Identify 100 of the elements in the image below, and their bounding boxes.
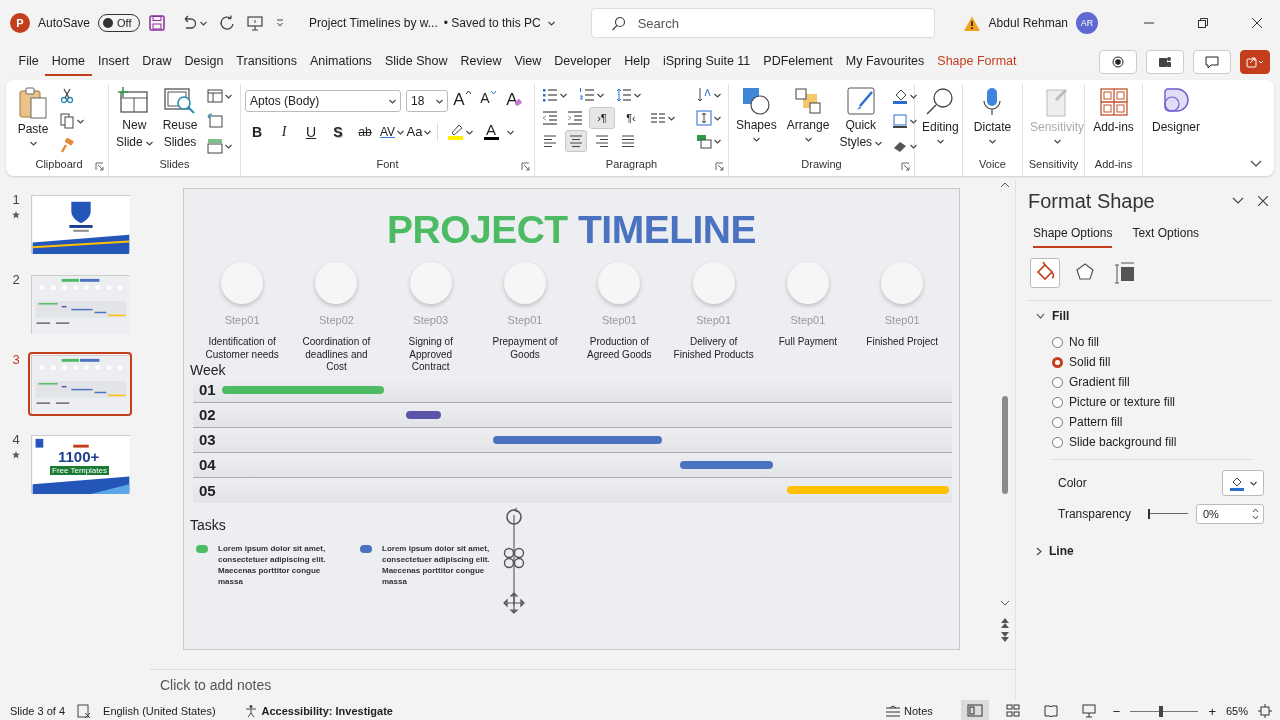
presenter-icon[interactable] [247,15,264,31]
document-title[interactable]: Project Timelines by w... • Saved to this PC [309,16,555,30]
italic-button[interactable]: I [272,120,296,143]
highlighter-icon[interactable] [447,123,464,140]
strike-button[interactable]: ab [353,120,377,143]
ribbon-tab[interactable]: My Favourites [839,48,931,76]
ribbon-tab[interactable]: Help [617,48,657,76]
ribbon-tab[interactable]: View [507,48,548,76]
shapes-button[interactable]: Shapes [733,84,780,158]
columns-icon[interactable] [650,110,666,126]
arrange-button[interactable]: Arrange [783,84,833,158]
ribbon-tab[interactable]: Developer [547,48,618,76]
fit-to-window-icon[interactable] [1258,704,1272,718]
zoom-out-button[interactable]: − [1112,703,1121,719]
paste-button[interactable]: Paste [14,84,52,158]
new-slide-button[interactable]: New Slide [113,84,156,158]
collapse-ribbon-icon[interactable] [1250,159,1262,168]
add-ins-button[interactable]: Add-ins [1090,84,1137,158]
spacing-button[interactable]: AV [380,120,404,143]
shadow-button[interactable]: S [326,120,350,143]
ribbon-tab[interactable]: Insert [91,48,136,76]
decrease-indent-icon[interactable] [542,110,558,126]
fill-section-header[interactable]: Fill [1036,309,1280,323]
fill-option[interactable]: Pattern fill [1052,415,1252,429]
caret-icon[interactable] [633,91,641,99]
scissors-icon[interactable] [59,88,75,105]
reset-icon[interactable] [207,113,224,129]
radio-button[interactable] [1052,376,1063,388]
radio-button[interactable] [1052,336,1063,348]
text-direction-icon[interactable] [696,87,712,103]
accessibility-icon[interactable] [243,704,258,718]
pane-tab[interactable]: Shape Options [1033,226,1113,248]
language-indicator[interactable]: English (United States) [103,705,216,717]
align-center-button[interactable] [565,130,587,152]
dialog-launcher-icon[interactable] [901,162,910,171]
dictate-button[interactable]: Dictate [970,84,1015,158]
normal-view-button[interactable] [960,700,989,720]
caret-icon[interactable] [76,117,84,125]
transparency-slider[interactable] [1148,509,1188,519]
smartart-icon[interactable] [696,133,712,149]
shape-fill-icon[interactable] [892,88,909,105]
shrink-font-button[interactable]: A [476,90,500,112]
user-avatar[interactable]: AR [1076,12,1098,34]
fill-option[interactable]: Slide background fill [1052,435,1252,449]
line-spacing-icon[interactable] [616,87,632,103]
underline-button[interactable]: U [299,120,323,143]
format-painter-icon[interactable] [59,137,75,154]
spelling-check-icon[interactable] [77,704,92,718]
caret-icon[interactable] [596,91,604,99]
ribbon-tab[interactable]: iSpring Suite 11 [656,48,757,76]
radio-button[interactable] [1052,436,1063,448]
ribbon-tab[interactable]: Transitions [229,48,304,76]
ribbon-tab[interactable]: Slide Show [378,48,454,76]
fill-option[interactable]: Gradient fill [1052,375,1252,389]
line-section-header[interactable]: Line [1036,544,1280,558]
grow-font-button[interactable]: A [450,90,474,112]
ribbon-tab[interactable]: Draw [135,48,178,76]
fill-option[interactable]: No fill [1052,335,1252,349]
customize-icon[interactable] [275,18,286,28]
ribbon-tab[interactable]: Design [177,48,230,76]
caret-icon[interactable] [199,19,208,27]
search-field[interactable]: Search [590,8,935,38]
bullets-icon[interactable] [542,87,558,103]
caret-icon[interactable] [713,137,721,145]
accessibility-status[interactable]: Accessibility: Investigate [261,705,393,717]
text-direction-button[interactable]: ¶‹ [618,107,644,129]
fill-tab[interactable] [1030,258,1060,288]
fill-color-button[interactable] [1222,470,1264,496]
ribbon-tab[interactable]: PDFelement [756,48,840,76]
radio-button[interactable] [1052,396,1063,408]
notes-button[interactable]: Notes [885,700,933,720]
dialog-launcher-icon[interactable] [715,162,724,171]
designer-button[interactable]: Designer [1149,84,1203,176]
ribbon-tab[interactable]: Animations [303,48,379,76]
save-icon[interactable] [148,14,167,32]
copy-icon[interactable] [59,113,75,129]
numbering-icon[interactable] [579,87,595,103]
bold-button[interactable]: B [245,120,269,143]
layout-icon[interactable] [207,88,224,105]
caret-icon[interactable] [909,92,918,101]
editing-button[interactable]: Editing [919,84,962,176]
caret-icon[interactable] [559,91,567,99]
notes-field[interactable]: Click to add notes [150,669,1015,699]
fill-option[interactable]: Solid fill [1052,355,1252,369]
ribbon-tab[interactable]: Review [453,48,508,76]
zoom-in-button[interactable]: + [1208,703,1216,719]
caret-icon[interactable] [713,114,721,122]
teams-button[interactable] [1146,50,1184,74]
align-text-icon[interactable] [696,110,712,126]
caret-icon[interactable] [909,117,918,125]
record-button[interactable] [1099,50,1137,74]
section-icon[interactable] [207,137,224,154]
quick-styles-button[interactable]: Quick Styles [836,84,886,158]
spinner-icon[interactable] [1252,507,1259,521]
font-color-button[interactable]: A [479,120,503,143]
text-direction-button[interactable]: ›¶ [589,107,615,129]
ribbon-tab[interactable]: Shape Format [930,48,1024,76]
zoom-slider[interactable] [1130,705,1199,717]
font-size-dropdown[interactable]: 18 [406,90,448,112]
comments-button[interactable] [1193,50,1231,74]
